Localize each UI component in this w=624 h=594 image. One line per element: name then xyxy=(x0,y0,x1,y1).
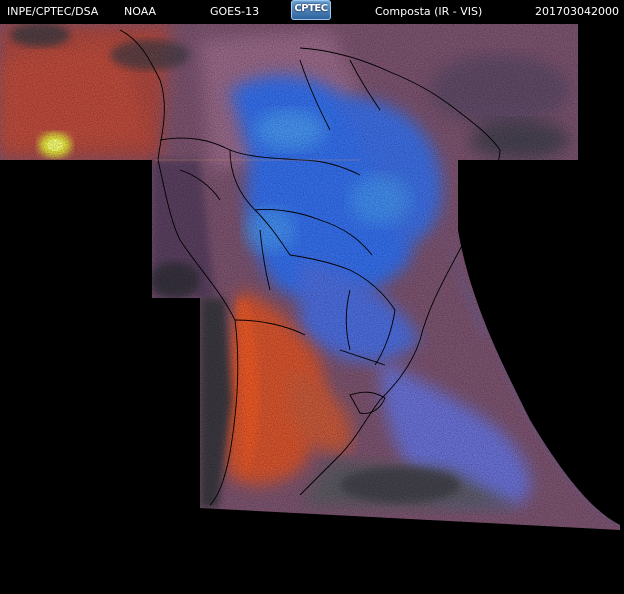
timestamp-label: 201703042000 xyxy=(535,5,619,18)
satellite-map xyxy=(0,24,620,530)
product-label: Composta (IR - VIS) xyxy=(375,5,483,18)
satellite-imagery xyxy=(0,24,620,530)
agency-label: NOAA xyxy=(124,5,157,18)
cptec-logo: CPTEC xyxy=(291,0,331,20)
satellite-label: GOES-13 xyxy=(210,5,260,18)
logo-text: CPTEC xyxy=(294,3,328,14)
image-header: INPE/CPTEC/DSA NOAA GOES-13 CPTEC Compos… xyxy=(0,0,624,22)
source-label: INPE/CPTEC/DSA xyxy=(7,5,99,18)
